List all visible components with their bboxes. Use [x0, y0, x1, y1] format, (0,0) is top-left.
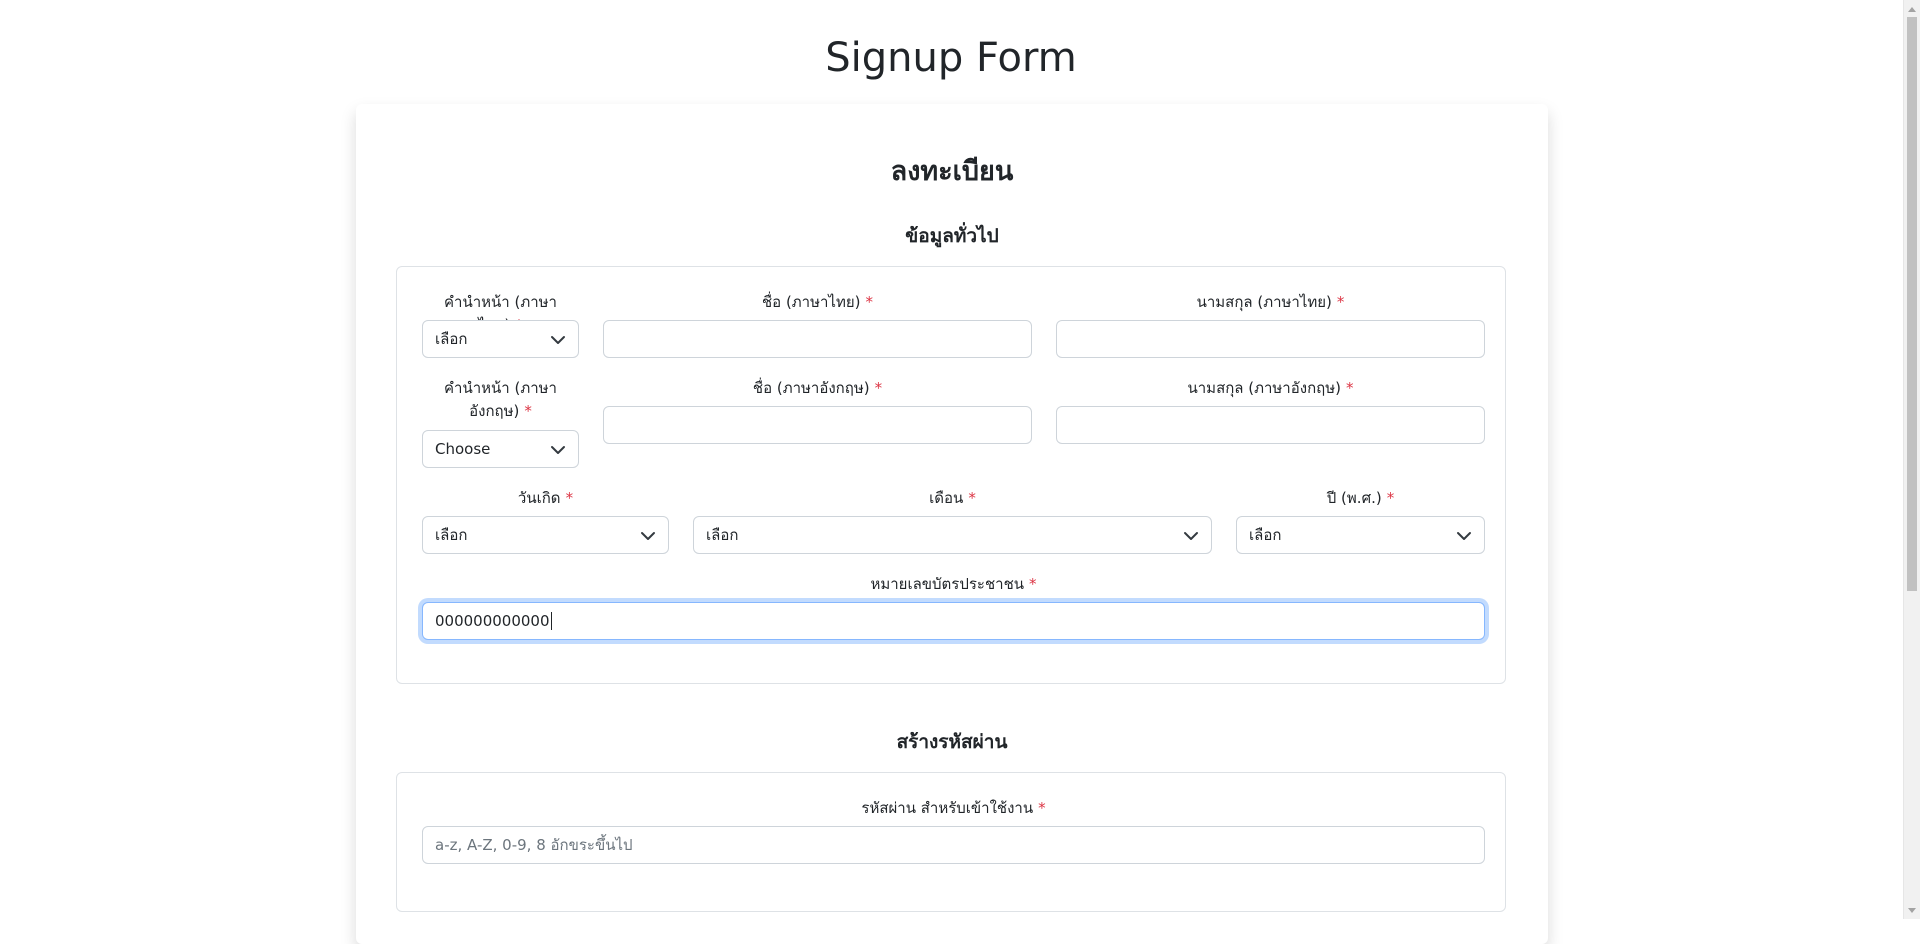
- password-group: รหัสผ่าน สำหรับเข้าใช้งาน * a-z, A-Z, 0-9…: [422, 797, 1485, 864]
- first-name-en-input[interactable]: [603, 406, 1032, 444]
- required-mark: *: [1336, 293, 1345, 311]
- first-name-en-group: ชื่อ (ภาษาอังกฤษ) *: [603, 377, 1032, 444]
- required-mark: *: [1386, 489, 1395, 507]
- first-name-th-label: ชื่อ (ภาษาไทย) *: [761, 293, 874, 311]
- text-caret: [550, 611, 552, 630]
- first-name-en-label: ชื่อ (ภาษาอังกฤษ) *: [752, 379, 883, 397]
- birth-year-group: ปี (พ.ศ.) * เลือก: [1236, 487, 1485, 554]
- chevron-down-icon: [551, 336, 565, 344]
- required-mark: *: [565, 489, 574, 507]
- password-fieldset: รหัสผ่าน สำหรับเข้าใช้งาน * a-z, A-Z, 0-9…: [396, 772, 1506, 912]
- required-mark: *: [1345, 379, 1354, 397]
- birth-month-select[interactable]: เลือก: [693, 516, 1212, 554]
- last-name-en-label: นามสกุล (ภาษาอังกฤษ) *: [1187, 379, 1354, 397]
- password-heading: สร้างรหัสผ่าน: [896, 731, 1008, 753]
- last-name-en-group: นามสกุล (ภาษาอังกฤษ) *: [1056, 377, 1485, 444]
- national-id-label: หมายเลขบัตรประชาชน *: [870, 575, 1037, 593]
- birth-year-select[interactable]: เลือก: [1236, 516, 1485, 554]
- last-name-th-label: นามสกุล (ภาษาไทย) *: [1196, 293, 1345, 311]
- general-info-fieldset: คำนำหน้า (ภาษาไทย)* เลือก ชื่อ (ภาษาไทย)…: [396, 266, 1506, 684]
- national-id-input[interactable]: 000000000000: [422, 602, 1485, 640]
- general-info-heading: ข้อมูลทั่วไป: [905, 225, 999, 247]
- title-th-select[interactable]: เลือก: [422, 320, 579, 358]
- signup-card: ลงทะเบียน ข้อมูลทั่วไป คำนำหน้า (ภาษาไทย…: [356, 104, 1548, 944]
- required-mark: *: [524, 402, 532, 420]
- required-mark: *: [874, 379, 883, 397]
- last-name-th-group: นามสกุล (ภาษาไทย) *: [1056, 291, 1485, 358]
- birth-month-label: เดือน *: [929, 489, 976, 507]
- password-label: รหัสผ่าน สำหรับเข้าใช้งาน *: [861, 799, 1046, 817]
- required-mark: *: [1038, 799, 1046, 817]
- first-name-th-input[interactable]: [603, 320, 1032, 358]
- last-name-th-input[interactable]: [1056, 320, 1485, 358]
- required-mark: *: [968, 489, 976, 507]
- first-name-th-group: ชื่อ (ภาษาไทย) *: [603, 291, 1032, 358]
- birth-day-select[interactable]: เลือก: [422, 516, 669, 554]
- page-scrollbar[interactable]: [1903, 0, 1920, 919]
- title-en-select[interactable]: Choose: [422, 430, 579, 468]
- chevron-down-icon: [551, 446, 565, 454]
- title-en-group: คำนำหน้า (ภาษา อังกฤษ) * Choose: [422, 377, 579, 468]
- birth-day-label: วันเกิด *: [517, 489, 574, 507]
- chevron-down-icon: [641, 532, 655, 540]
- national-id-group: หมายเลขบัตรประชาชน * 000000000000: [422, 573, 1485, 640]
- scroll-thumb[interactable]: [1907, 17, 1917, 591]
- scroll-down-arrow-icon[interactable]: [1904, 902, 1920, 919]
- birth-year-label: ปี (พ.ศ.) *: [1326, 489, 1395, 507]
- scroll-up-arrow-icon[interactable]: [1904, 0, 1920, 17]
- last-name-en-input[interactable]: [1056, 406, 1485, 444]
- title-th-group: คำนำหน้า (ภาษาไทย)* เลือก: [422, 291, 579, 358]
- page-title: Signup Form: [825, 35, 1077, 81]
- form-heading: ลงทะเบียน: [890, 156, 1014, 187]
- title-en-label: คำนำหน้า (ภาษา อังกฤษ) *: [444, 379, 557, 420]
- required-mark: *: [865, 293, 874, 311]
- chevron-down-icon: [1457, 532, 1471, 540]
- password-input[interactable]: a-z, A-Z, 0-9, 8 อักขระขึ้นไป: [422, 826, 1485, 864]
- birth-month-group: เดือน * เลือก: [693, 487, 1212, 554]
- birth-day-group: วันเกิด * เลือก: [422, 487, 669, 554]
- chevron-down-icon: [1184, 532, 1198, 540]
- required-mark: *: [1029, 575, 1037, 593]
